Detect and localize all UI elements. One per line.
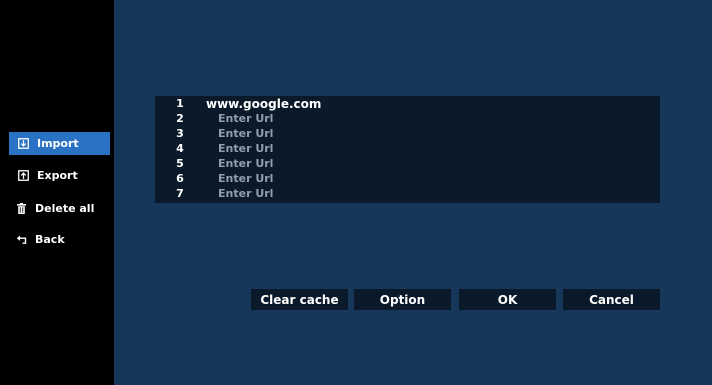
url-input-6[interactable]: Enter Url [218,172,273,185]
url-row-number: 6 [176,172,184,185]
url-input-5[interactable]: Enter Url [218,157,273,170]
ok-button[interactable]: OK [459,289,556,310]
url-row-number: 3 [176,127,184,140]
url-input-2[interactable]: Enter Url [218,112,273,125]
url-input-1[interactable]: www.google.com [206,97,321,111]
url-row[interactable]: 3 Enter Url [155,126,660,141]
export-icon [15,170,31,181]
sidebar-item-export[interactable]: Export [9,164,110,187]
sidebar-item-label: Delete all [35,202,95,215]
url-input-3[interactable]: Enter Url [218,127,273,140]
option-button[interactable]: Option [354,289,451,310]
cancel-button[interactable]: Cancel [563,289,660,310]
sidebar-item-back[interactable]: Back [9,228,110,251]
url-row[interactable]: 1 www.google.com [155,96,660,111]
url-list: 1 www.google.com 2 Enter Url 3 Enter Url… [155,96,660,203]
url-row-number: 7 [176,187,184,200]
import-icon [15,138,31,149]
url-row[interactable]: 2 Enter Url [155,111,660,126]
url-row-number: 2 [176,112,184,125]
url-row-number: 5 [176,157,184,170]
trash-icon [13,203,29,214]
back-icon [13,235,29,244]
sidebar: Import Export Delete all Back [0,0,114,385]
url-row[interactable]: 6 Enter Url [155,171,660,186]
url-row[interactable]: 7 Enter Url [155,186,660,201]
url-row-number: 1 [176,97,184,110]
sidebar-item-label: Export [37,169,78,182]
url-row[interactable]: 4 Enter Url [155,141,660,156]
clear-cache-button[interactable]: Clear cache [251,289,348,310]
url-input-4[interactable]: Enter Url [218,142,273,155]
sidebar-item-import[interactable]: Import [9,132,110,155]
sidebar-item-label: Import [37,137,79,150]
url-input-7[interactable]: Enter Url [218,187,273,200]
sidebar-item-delete-all[interactable]: Delete all [9,197,110,220]
url-row-number: 4 [176,142,184,155]
sidebar-item-label: Back [35,233,65,246]
url-row[interactable]: 5 Enter Url [155,156,660,171]
